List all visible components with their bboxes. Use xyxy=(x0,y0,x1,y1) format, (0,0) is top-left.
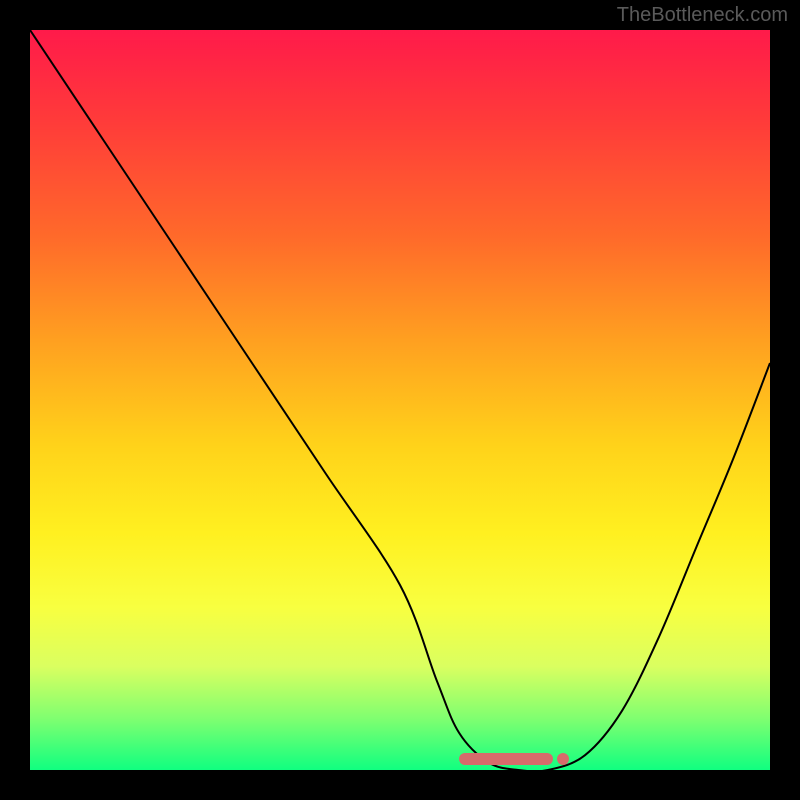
optimal-range-end-dot xyxy=(557,753,569,765)
watermark-text: TheBottleneck.com xyxy=(617,4,788,27)
bottleneck-curve xyxy=(30,30,770,770)
chart-plot-area xyxy=(30,30,770,770)
optimal-range-marker xyxy=(459,753,553,765)
